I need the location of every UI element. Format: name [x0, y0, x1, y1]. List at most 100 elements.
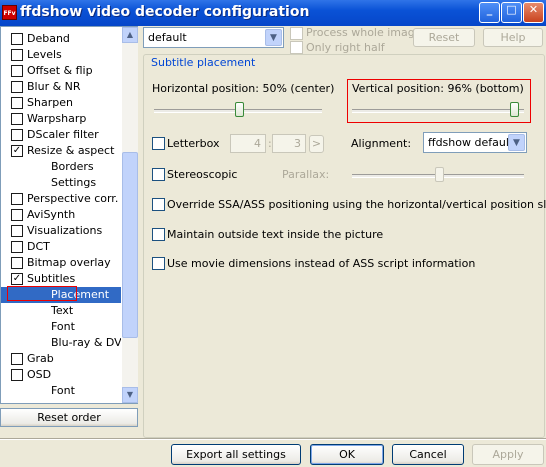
override-ssa-label: Override SSA/ASS positioning using the h… [167, 198, 546, 211]
tree-item[interactable]: Sharpen [1, 95, 121, 111]
alignment-value: ffdshow default [428, 136, 514, 149]
tree-item[interactable]: Warpsharp [1, 111, 121, 127]
letterbox-y-field[interactable]: 3 [272, 134, 306, 153]
tree-item-label: Blur & NR [27, 80, 81, 93]
maintain-outside-checkbox[interactable] [152, 228, 165, 241]
apply-button[interactable]: Apply [472, 444, 544, 465]
tree-item[interactable]: Deband [1, 31, 121, 47]
tree-item-checkbox[interactable] [11, 225, 23, 237]
minimize-button[interactable]: _ [479, 2, 500, 23]
parallax-slider[interactable] [350, 166, 526, 186]
tree-item[interactable]: Blur & NR [1, 79, 121, 95]
alignment-select[interactable]: ffdshow default ▼ [423, 132, 527, 153]
tree-item-checkbox[interactable] [11, 209, 23, 221]
tree-item-checkbox[interactable]: ✓ [11, 145, 23, 157]
tree-item-checkbox[interactable] [11, 33, 23, 45]
tree-item-label: Bitmap overlay [27, 256, 111, 269]
stereoscopic-label: Stereoscopic [167, 168, 238, 181]
tree-item-label: Grab [27, 352, 54, 365]
tree-item[interactable]: Settings [1, 175, 121, 191]
tree-item[interactable]: AviSynth [1, 207, 121, 223]
tree-item[interactable]: Bitmap overlay [1, 255, 121, 271]
tree-item[interactable]: ✓ Subtitles [1, 271, 121, 287]
tree-scrollbar[interactable]: ▲ ▼ [122, 27, 138, 403]
help-button[interactable]: Help [483, 28, 543, 47]
tree-item-label: Borders [51, 160, 94, 173]
tree-item-checkbox[interactable] [11, 257, 23, 269]
horizontal-position-value: 50% (center) [262, 82, 335, 95]
scroll-down-button[interactable]: ▼ [122, 387, 138, 403]
maintain-outside-label: Maintain outside text inside the picture [167, 228, 384, 241]
preset-value: default [148, 31, 187, 44]
tree-item[interactable]: Borders [1, 159, 121, 175]
tree-item-label: OSD [27, 368, 52, 381]
title-bar: FFv ffdshow video decoder configuration … [0, 0, 546, 26]
subtitle-placement-title: Subtitle placement [149, 56, 258, 69]
tree-item[interactable]: ✓ Resize & aspect [1, 143, 121, 159]
horizontal-position-slider[interactable] [152, 100, 324, 122]
tree-item-checkbox[interactable] [11, 369, 23, 381]
tree-item[interactable]: OSD [1, 367, 121, 383]
window-title: ffdshow video decoder configuration [20, 4, 310, 20]
tree-item-checkbox[interactable] [11, 113, 23, 125]
tree-item-checkbox[interactable] [11, 49, 23, 61]
tree-item-label: Resize & aspect [27, 144, 115, 157]
vertical-slider-thumb[interactable] [510, 102, 519, 117]
cancel-button[interactable]: Cancel [392, 444, 464, 465]
ok-button[interactable]: OK [310, 444, 384, 465]
reset-order-button[interactable]: Reset order [0, 408, 138, 427]
tree-item-label: DCT [27, 240, 50, 253]
tree-item-checkbox[interactable]: ✓ [11, 273, 23, 285]
scroll-thumb[interactable] [122, 152, 138, 338]
letterbox-apply-button[interactable]: > [309, 135, 324, 153]
tree-item-label: Deband [27, 32, 70, 45]
tree-item[interactable]: Offset & flip [1, 63, 121, 79]
tree-item-checkbox[interactable] [11, 97, 23, 109]
maximize-button[interactable]: □ [501, 2, 522, 23]
tree-item[interactable]: Visualizations [1, 223, 121, 239]
reset-button[interactable]: Reset [413, 28, 475, 47]
chevron-down-icon[interactable]: ▼ [265, 29, 282, 46]
tree-item-label: Font [51, 320, 75, 333]
only-right-half-checkbox[interactable] [290, 41, 303, 54]
tree-item[interactable]: DScaler filter [1, 127, 121, 143]
letterbox-x-field[interactable]: 4 [230, 134, 266, 153]
letterbox-checkbox[interactable] [152, 137, 165, 150]
letterbox-label: Letterbox [167, 137, 220, 150]
movie-dimensions-checkbox[interactable] [152, 257, 165, 270]
tree-item[interactable]: DCT [1, 239, 121, 255]
subtitles-highlight-box [7, 286, 77, 301]
tree-item-checkbox[interactable] [11, 353, 23, 365]
tree-item-checkbox[interactable] [11, 81, 23, 93]
tree-item[interactable]: Grab [1, 351, 121, 367]
parallax-label: Parallax: [282, 168, 330, 181]
bottom-separator [0, 438, 546, 440]
tree-item[interactable]: Font [1, 383, 121, 399]
tree-item[interactable]: Font [1, 319, 121, 335]
tree-item[interactable]: Text [1, 303, 121, 319]
tree-item-label: Subtitles [27, 272, 76, 285]
export-all-settings-button[interactable]: Export all settings [171, 444, 301, 465]
tree-item-label: Sharpen [27, 96, 73, 109]
close-button[interactable]: ✕ [523, 2, 544, 23]
tree-item-checkbox[interactable] [11, 65, 23, 77]
tree-item[interactable]: Blu-ray & DVD [1, 335, 121, 351]
process-whole-image-checkbox[interactable] [290, 27, 303, 40]
alignment-chevron-down-icon[interactable]: ▼ [508, 134, 525, 151]
movie-dimensions-label: Use movie dimensions instead of ASS scri… [167, 257, 476, 270]
scroll-up-button[interactable]: ▲ [122, 27, 138, 43]
tree-item-checkbox[interactable] [11, 241, 23, 253]
tree-item[interactable]: Perspective corr. [1, 191, 121, 207]
preset-select[interactable]: default ▼ [143, 27, 284, 48]
horizontal-slider-thumb[interactable] [235, 102, 244, 117]
tree-item-label: Visualizations [27, 224, 103, 237]
vertical-position-label: Vertical position: 96% (bottom) [352, 82, 524, 95]
vertical-position-slider[interactable] [350, 100, 526, 122]
stereoscopic-checkbox[interactable] [152, 168, 165, 181]
tree-item-checkbox[interactable] [11, 193, 23, 205]
tree-item-checkbox[interactable] [11, 129, 23, 141]
tree-item[interactable]: Levels [1, 47, 121, 63]
parallax-slider-thumb[interactable] [435, 167, 444, 182]
override-ssa-checkbox[interactable] [152, 198, 165, 211]
tree-item-label: Levels [27, 48, 62, 61]
